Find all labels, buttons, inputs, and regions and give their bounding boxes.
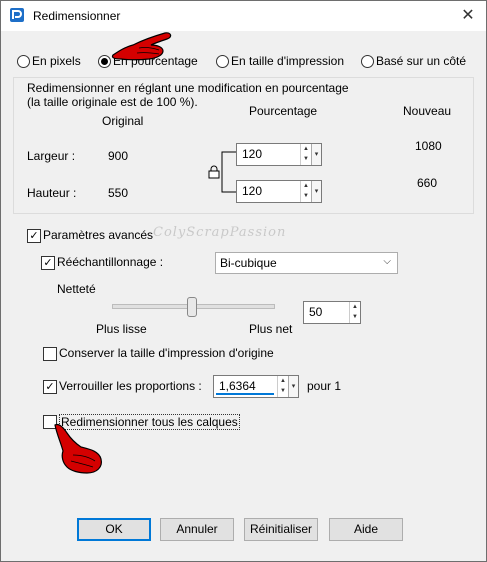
pointer-hand-icon	[54, 423, 102, 474]
radio-one-side[interactable]	[361, 55, 374, 68]
ok-button[interactable]: OK	[77, 518, 151, 541]
lock-icon[interactable]	[208, 165, 220, 179]
resample-select[interactable]: Bi-cubique ⌵	[215, 252, 398, 274]
advanced-label[interactable]: Paramètres avancés	[43, 228, 153, 242]
resample-checkbox[interactable]: ✓	[41, 256, 55, 270]
sharpness-max-label: Plus net	[249, 322, 293, 336]
width-original: 900	[108, 149, 129, 163]
height-original: 550	[108, 186, 129, 200]
keep-print-size-label[interactable]: Conserver la taille d'impression d'origi…	[59, 346, 274, 360]
column-new: Nouveau	[403, 104, 452, 118]
title-bar: Redimensionner ✕	[1, 1, 486, 31]
keep-print-size-checkbox[interactable]	[43, 347, 57, 361]
height-label: Hauteur :	[27, 186, 77, 200]
ratio-spinner[interactable]: 1,6364 ▲ ▼ ▾	[213, 375, 299, 398]
height-new: 660	[417, 176, 438, 190]
app-icon	[10, 8, 24, 22]
sharpness-spinner[interactable]: 50 ▲ ▼	[303, 301, 361, 324]
height-percent-arrows[interactable]: ▲ ▼	[300, 181, 311, 202]
lock-ratio-label[interactable]: Verrouiller les proportions :	[59, 379, 202, 393]
watermark: ColyScrapPassion	[153, 225, 287, 240]
sharpness-min-label: Plus lisse	[96, 322, 147, 336]
lock-ratio-checkbox[interactable]: ✓	[43, 380, 57, 394]
height-percent-value[interactable]: 120	[242, 184, 262, 198]
height-percent-dropdown[interactable]: ▾	[311, 181, 321, 202]
ratio-underline	[216, 393, 274, 395]
help-button[interactable]: Aide	[329, 518, 403, 541]
column-original: Original	[102, 114, 144, 128]
chevron-down-icon: ⌵	[383, 256, 391, 267]
width-percent-dropdown[interactable]: ▾	[311, 144, 321, 165]
width-label: Largeur :	[27, 149, 76, 163]
ratio-dropdown[interactable]: ▾	[288, 376, 298, 397]
height-percent-spinner[interactable]: 120 ▲ ▼ ▾	[236, 180, 322, 203]
advanced-checkbox[interactable]: ✓	[27, 229, 41, 243]
group-description-note: (la taille originale est de 100 %).	[27, 95, 198, 109]
column-percentage: Pourcentage	[249, 104, 318, 118]
sharpness-label: Netteté	[57, 282, 96, 296]
resample-label[interactable]: Rééchantillonnage :	[57, 255, 163, 269]
reset-button[interactable]: Réinitialiser	[244, 518, 318, 541]
radio-print-size-label[interactable]: En taille d'impression	[231, 54, 344, 68]
group-description: Redimensionner en réglant une modificati…	[27, 81, 349, 95]
sharpness-arrows[interactable]: ▲ ▼	[349, 302, 360, 323]
radio-print-size[interactable]	[216, 55, 229, 68]
width-percent-arrows[interactable]: ▲ ▼	[300, 144, 311, 165]
ratio-suffix: pour 1	[307, 379, 342, 393]
width-percent-spinner[interactable]: 120 ▲ ▼ ▾	[236, 143, 322, 166]
radio-pixels-label[interactable]: En pixels	[32, 54, 81, 68]
cancel-button[interactable]: Annuler	[160, 518, 234, 541]
ratio-value[interactable]: 1,6364	[219, 379, 256, 393]
ratio-arrows[interactable]: ▲ ▼	[277, 376, 288, 397]
window-title: Redimensionner	[33, 9, 121, 23]
resize-dialog: Redimensionner ✕ En pixels En pourcentag…	[0, 0, 487, 562]
width-percent-value[interactable]: 120	[242, 147, 262, 161]
radio-pixels[interactable]	[17, 55, 30, 68]
width-new: 1080	[415, 139, 442, 153]
close-button[interactable]: ✕	[450, 1, 486, 31]
sharpness-slider-thumb[interactable]	[187, 297, 197, 317]
resample-select-value: Bi-cubique	[220, 256, 277, 270]
sharpness-value[interactable]: 50	[309, 305, 322, 319]
radio-one-side-label[interactable]: Basé sur un côté	[376, 54, 466, 68]
close-icon: ✕	[461, 7, 475, 24]
pointer-hand-icon	[111, 32, 172, 61]
